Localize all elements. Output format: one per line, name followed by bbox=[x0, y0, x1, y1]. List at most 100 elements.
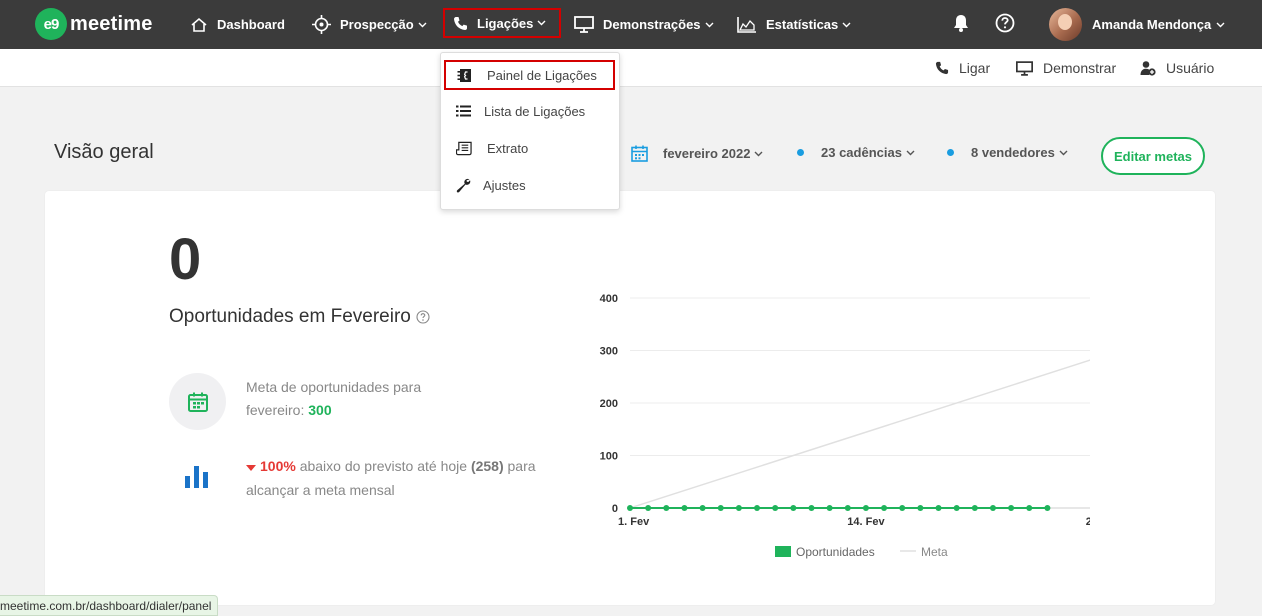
x-tick-label: 14. Fev bbox=[847, 516, 885, 528]
nav-estatisticas-label: Estatísticas bbox=[766, 17, 839, 32]
data-point bbox=[808, 505, 815, 511]
nav-prospeccao[interactable]: Prospecção bbox=[312, 0, 427, 49]
opportunities-title-text: Oportunidades em Fevereiro bbox=[169, 306, 411, 327]
menu-item-painel-ligacoes[interactable]: Painel de Ligações bbox=[444, 60, 615, 90]
list-icon bbox=[455, 105, 471, 117]
data-point bbox=[1044, 505, 1051, 511]
bell-icon[interactable] bbox=[951, 13, 971, 38]
data-point bbox=[881, 505, 888, 511]
logo-badge: e9 bbox=[35, 8, 67, 40]
blue-dot-icon bbox=[947, 149, 954, 156]
menu-item-label: Extrato bbox=[487, 140, 529, 156]
legend-label-oportunidades: Oportunidades bbox=[796, 545, 875, 559]
edit-goals-button[interactable]: Editar metas bbox=[1101, 137, 1205, 175]
data-point bbox=[953, 505, 960, 511]
chevron-down-icon bbox=[1059, 150, 1068, 156]
user-name: Amanda Mendonça bbox=[1092, 17, 1212, 32]
calendar-icon bbox=[631, 145, 648, 162]
ligar-button[interactable]: Ligar bbox=[935, 49, 990, 87]
data-point bbox=[772, 505, 779, 511]
question-icon[interactable] bbox=[416, 310, 430, 324]
data-point bbox=[826, 505, 833, 511]
below-forecast-text: 100% abaixo do previsto até hoje (258) p… bbox=[246, 455, 546, 502]
menu-item-extrato[interactable]: Extrato bbox=[441, 133, 619, 163]
logo-text: meetime bbox=[70, 12, 153, 35]
menu-item-label: Painel de Ligações bbox=[487, 67, 597, 83]
receipt-icon bbox=[456, 141, 472, 156]
nav-dashboard-label: Dashboard bbox=[217, 17, 285, 32]
goal-value: 300 bbox=[308, 402, 332, 418]
calendar-icon bbox=[187, 392, 208, 412]
chevron-down-icon bbox=[906, 150, 915, 156]
nav-dashboard[interactable]: Dashboard bbox=[190, 0, 285, 49]
action-subbar: Ligar Demonstrar Usuário bbox=[0, 49, 1262, 87]
overview-card: 0 Oportunidades em Fevereiro Meta de opo… bbox=[45, 191, 1215, 605]
area-chart-icon bbox=[737, 16, 757, 33]
chevron-down-icon bbox=[754, 151, 763, 157]
chevron-down-icon bbox=[1216, 22, 1225, 28]
opportunities-count: 0 bbox=[169, 227, 202, 292]
monitor-icon bbox=[1016, 60, 1033, 76]
chevron-down-icon bbox=[537, 20, 546, 26]
sellers-filter[interactable]: 8 vendedores bbox=[947, 145, 1068, 160]
nav-demonstracoes-label: Demonstrações bbox=[603, 17, 701, 32]
menu-item-ajustes[interactable]: Ajustes bbox=[441, 170, 619, 200]
predicted-value: (258) bbox=[470, 458, 504, 474]
y-tick-label: 100 bbox=[600, 451, 618, 463]
add-user-button[interactable]: Usuário bbox=[1140, 49, 1214, 87]
data-point bbox=[735, 505, 742, 511]
y-tick-label: 0 bbox=[612, 503, 618, 515]
ligar-label: Ligar bbox=[959, 60, 991, 76]
data-point bbox=[663, 505, 670, 511]
y-tick-label: 200 bbox=[600, 398, 618, 410]
legend-swatch-oportunidades bbox=[775, 546, 791, 557]
goal-icon-circle bbox=[169, 373, 226, 430]
data-point bbox=[790, 505, 797, 511]
data-point bbox=[627, 505, 633, 511]
data-point bbox=[935, 505, 942, 511]
x-tick-label: 1. Fev bbox=[618, 516, 650, 528]
data-point bbox=[844, 505, 851, 511]
nav-ligacoes-label: Ligações bbox=[477, 15, 534, 31]
chevron-down-icon bbox=[842, 22, 851, 28]
down-arrow-icon bbox=[246, 456, 256, 479]
sellers-filter-label: 8 vendedores bbox=[971, 145, 1055, 160]
user-menu[interactable]: Amanda Mendonça bbox=[1049, 8, 1225, 41]
chevron-down-icon bbox=[705, 22, 714, 28]
data-point bbox=[1008, 505, 1015, 511]
demonstrar-label: Demonstrar bbox=[1043, 60, 1117, 76]
month-filter[interactable]: fevereiro 2022 bbox=[631, 145, 763, 162]
legend-label-meta: Meta bbox=[921, 545, 948, 559]
bar-chart-icon bbox=[185, 463, 211, 494]
chevron-down-icon bbox=[418, 22, 427, 28]
blue-dot-icon bbox=[797, 149, 804, 156]
cadences-filter[interactable]: 23 cadências bbox=[797, 145, 915, 160]
nav-ligacoes[interactable]: Ligações bbox=[443, 8, 562, 38]
menu-item-label: Ajustes bbox=[483, 177, 526, 193]
phone-book-icon bbox=[456, 68, 472, 83]
menu-item-lista-ligacoes[interactable]: Lista de Ligações bbox=[441, 96, 619, 126]
ligacoes-dropdown: Painel de Ligações Lista de Ligações Ext… bbox=[440, 52, 620, 210]
nav-demonstracoes[interactable]: Demonstrações bbox=[574, 0, 714, 49]
below-text-middle: abaixo do previsto até hoje bbox=[295, 458, 471, 474]
browser-status-url: meetime.com.br/dashboard/dialer/panel bbox=[0, 595, 219, 616]
goal-text-prefix: Meta de oportunidades para fevereiro: bbox=[246, 379, 422, 418]
target-icon bbox=[312, 15, 331, 34]
menu-item-label: Lista de Ligações bbox=[484, 103, 586, 119]
wrench-icon bbox=[455, 178, 471, 193]
top-navbar: e9 meetime Dashboard Prospecção Ligações… bbox=[0, 0, 1262, 49]
series-line-meta bbox=[629, 359, 1090, 509]
nav-prospeccao-label: Prospecção bbox=[340, 17, 414, 32]
help-icon[interactable] bbox=[995, 13, 1015, 38]
nav-estatisticas[interactable]: Estatísticas bbox=[737, 0, 851, 49]
phone-icon bbox=[453, 16, 468, 31]
monitor-icon bbox=[574, 16, 594, 33]
data-point bbox=[899, 505, 906, 511]
below-pct: 100% bbox=[260, 458, 296, 474]
home-icon bbox=[190, 17, 208, 33]
demonstrar-button[interactable]: Demonstrar bbox=[1016, 49, 1116, 87]
opportunities-chart: 0 100 200 300 400 1. Fev 14. Fev 28. Fev Oportun… bbox=[600, 293, 1090, 559]
add-user-icon bbox=[1140, 60, 1156, 76]
meetime-logo[interactable]: e9 meetime bbox=[35, 8, 153, 40]
page-title: Visão geral bbox=[54, 141, 154, 163]
